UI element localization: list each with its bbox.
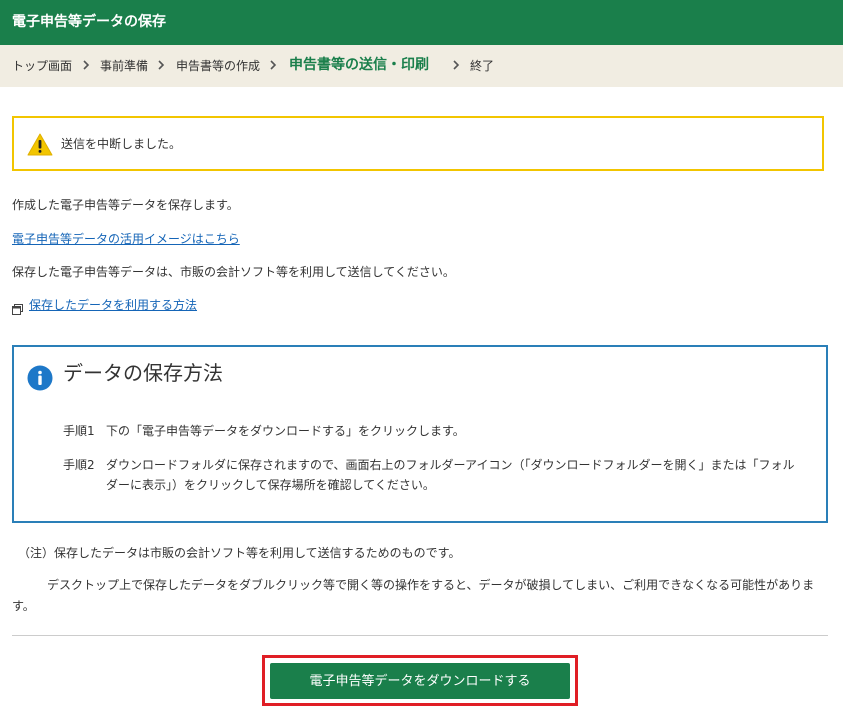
panel-title: データの保存方法 [63, 361, 223, 385]
breadcrumb-item-finish: 終了 [470, 59, 495, 73]
send-note-text: 保存した電子申告等データは、市販の会計ソフト等を利用して送信してください。 [12, 265, 455, 279]
breadcrumb-item-preparation: 事前準備 [100, 59, 149, 73]
warning-alert: 送信を中断しました。 [12, 116, 824, 171]
breadcrumb: トップ画面 事前準備 申告書等の作成 申告書等の送信・印刷 終了 [0, 45, 843, 87]
note-line-1: （注）保存したデータは市販の会計ソフト等を利用して送信するためのものです。 [18, 546, 461, 560]
intro-text: 作成した電子申告等データを保存します。 [12, 198, 239, 212]
note-line-3: す。 [12, 599, 35, 613]
breadcrumb-item-send-print: 申告書等の送信・印刷 [289, 57, 429, 73]
download-button[interactable]: 電子申告等データをダウンロードする [270, 663, 570, 699]
step-1-label: 手順1 [63, 424, 95, 438]
step-2-text-line-2: ダーに表示」）をクリックして保存場所を確認してください。 [106, 478, 435, 492]
usage-image-link[interactable]: 電子申告等データの活用イメージはこちら [12, 232, 240, 246]
divider [12, 635, 828, 636]
breadcrumb-item-create: 申告書等の作成 [176, 59, 261, 73]
breadcrumb-item-top: トップ画面 [12, 59, 73, 73]
chevron-right-icon [268, 58, 278, 72]
step-1-text: 下の「電子申告等データをダウンロードする」をクリックします。 [106, 424, 465, 438]
step-2-label: 手順2 [63, 458, 95, 472]
save-method-panel: データの保存方法 手順1 下の「電子申告等データをダウンロードする」をクリックし… [12, 345, 828, 523]
chevron-right-icon [451, 58, 461, 72]
chevron-right-icon [156, 58, 166, 72]
new-window-icon [12, 300, 23, 319]
warning-icon [27, 133, 53, 160]
info-icon [27, 365, 53, 395]
alert-message: 送信を中断しました。 [61, 137, 182, 151]
chevron-right-icon [81, 58, 91, 72]
data-usage-method-link[interactable]: 保存したデータを利用する方法 [29, 298, 197, 312]
page-header: 電子申告等データの保存 [0, 0, 843, 45]
step-2-text-line-1: ダウンロードフォルダに保存されますので、画面右上のフォルダーアイコン（「ダウンロ… [106, 458, 795, 472]
page-title: 電子申告等データの保存 [12, 14, 166, 30]
note-line-2: デスクトップ上で保存したデータをダブルクリック等で開く等の操作をすると、データが… [47, 578, 815, 592]
